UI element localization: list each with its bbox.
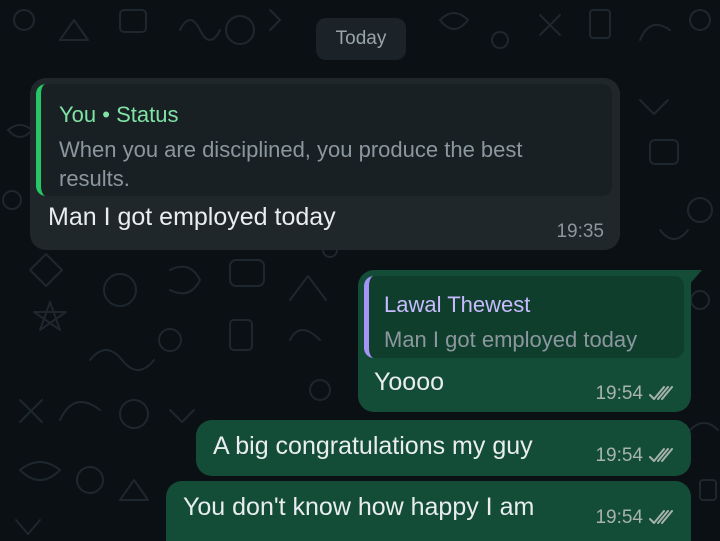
bubble-tail xyxy=(684,270,702,286)
quoted-status[interactable]: You • Status When you are disciplined, y… xyxy=(36,84,612,196)
message-time: 19:54 xyxy=(595,507,643,528)
quoted-message[interactable]: Lawal Thewest Man I got employed today xyxy=(364,276,684,358)
message-text: You don't know how happy I am xyxy=(183,493,535,521)
message-time: 19:35 xyxy=(556,221,604,242)
date-separator: Today xyxy=(316,18,406,60)
quoted-author: You xyxy=(59,102,97,127)
message-meta: 19:54 xyxy=(595,383,675,405)
quoted-message-text: Man I got employed today xyxy=(384,327,638,352)
quoted-message-author: Lawal Thewest xyxy=(384,292,531,317)
read-double-check-icon xyxy=(649,386,675,402)
outgoing-message-bubble[interactable]: Lawal Thewest Man I got employed today Y… xyxy=(358,270,691,412)
quoted-source: Status xyxy=(116,102,179,127)
quoted-status-author: You • Status xyxy=(59,102,178,128)
message-time: 19:54 xyxy=(595,383,643,404)
message-meta: 19:35 xyxy=(556,221,604,243)
message-meta: 19:54 xyxy=(595,445,675,467)
read-double-check-icon xyxy=(649,448,675,464)
outgoing-message-bubble[interactable]: You don't know how happy I am 19:54 xyxy=(166,481,691,541)
outgoing-message-bubble[interactable]: A big congratulations my guy 19:54 xyxy=(196,420,691,476)
quoted-author-separator: • xyxy=(102,102,110,127)
message-meta: 19:54 xyxy=(595,507,675,529)
incoming-message-bubble[interactable]: You • Status When you are disciplined, y… xyxy=(30,78,620,250)
message-text: Yoooo xyxy=(374,368,444,396)
message-text: Man I got employed today xyxy=(48,203,336,231)
quoted-status-text: When you are disciplined, you produce th… xyxy=(59,137,523,191)
message-text: A big congratulations my guy xyxy=(213,432,533,460)
read-double-check-icon xyxy=(649,510,675,526)
message-time: 19:54 xyxy=(595,445,643,466)
